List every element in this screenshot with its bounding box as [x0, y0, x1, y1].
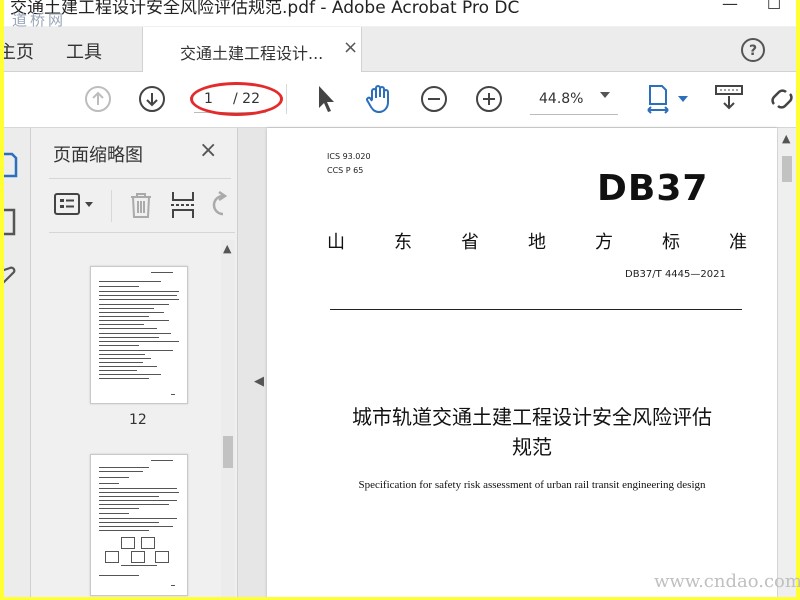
panel-close-icon[interactable]: × [199, 138, 217, 163]
panel-divider [49, 178, 231, 179]
doc-scroll-up-icon[interactable]: ▲ [782, 132, 790, 145]
standard-type-char: 东 [394, 232, 412, 253]
next-page-icon[interactable] [138, 85, 166, 113]
site-watermark-bottom: www.cndao.com [654, 571, 800, 592]
attachment-icon[interactable] [4, 264, 20, 292]
standard-type: 山 东 省 地 方 标 准 [327, 228, 747, 254]
toolbar-divider [286, 84, 287, 114]
acrobat-window: 交通土建工程设计安全风险评估规范.pdf - Adobe Acrobat Pro… [4, 0, 796, 597]
standard-type-char: 准 [729, 232, 747, 253]
title-cn-line: 规范 [512, 435, 552, 459]
title-cn-line: 城市轨道交通土建工程设计安全风险评估 [352, 405, 712, 429]
document-title-en: Specification for safety risk assessment… [358, 479, 706, 491]
thumbnail-page-label: 12 [129, 412, 147, 428]
standard-number: DB37/T 4445—2021 [625, 269, 726, 280]
fit-page-icon[interactable] [646, 84, 690, 116]
prev-page-icon[interactable] [84, 85, 112, 113]
select-cursor-icon[interactable] [316, 84, 336, 114]
link-icon[interactable] [768, 84, 796, 114]
tab-bar: 主页 工具 交通土建工程设计... × ? [4, 27, 796, 72]
bookmark-icon[interactable] [4, 208, 20, 238]
collapse-panel-icon[interactable]: ◀ [254, 374, 264, 389]
insert-page-icon[interactable] [169, 190, 197, 220]
toolbar: 1 / 22 44.8% [4, 72, 796, 128]
title-bar: 交通土建工程设计安全风险评估规范.pdf - Adobe Acrobat Pro… [4, 0, 796, 29]
left-nav-strip [4, 128, 31, 597]
ics-code: ICS 93.020 [327, 152, 371, 161]
page-thumbnail[interactable] [90, 454, 188, 596]
page-thumbnails-icon[interactable] [4, 152, 20, 180]
tab-close-icon[interactable]: × [343, 37, 358, 58]
delete-icon[interactable] [127, 190, 155, 220]
thumbnail-options-icon[interactable] [53, 190, 99, 220]
tab-document-label: 交通土建工程设计... [180, 44, 324, 63]
rotate-icon[interactable] [209, 190, 233, 220]
standard-type-char: 山 [327, 232, 345, 253]
standard-type-char: 省 [461, 232, 479, 253]
help-icon[interactable]: ? [740, 37, 765, 62]
hand-tool-icon[interactable] [364, 84, 394, 114]
tab-document[interactable]: 交通土建工程设计... × [142, 27, 362, 72]
zoom-level[interactable]: 44.8% [539, 91, 583, 107]
document-area: ◀ ICS 93.020 CCS P 65 DB37 山 东 省 地 方 标 准… [238, 128, 796, 597]
panel-scrollbar[interactable]: ▲ [221, 240, 235, 597]
document-scrollbar[interactable]: ▲ [778, 128, 796, 597]
zoom-dropdown-icon[interactable] [600, 92, 610, 100]
thumbnail-panel: 页面缩略图 × 12 ▲ [31, 128, 238, 597]
document-scroll-thumb[interactable] [782, 156, 792, 182]
zoom-underline [530, 114, 618, 115]
standard-type-char: 方 [595, 232, 613, 253]
standard-type-char: 标 [662, 232, 680, 253]
ccs-code: CCS P 65 [327, 166, 364, 175]
panel-scroll-thumb[interactable] [223, 436, 233, 468]
annotation-circle [190, 82, 283, 116]
scroll-mode-icon[interactable] [714, 84, 744, 114]
zoom-in-icon[interactable] [475, 85, 503, 113]
minimize-icon[interactable]: — [720, 0, 740, 14]
standard-type-char: 地 [528, 232, 546, 253]
tab-tools[interactable]: 工具 [66, 38, 102, 64]
db-code: DB37 [597, 168, 709, 209]
page-thumbnail[interactable] [90, 266, 188, 404]
document-title-cn: 城市轨道交通土建工程设计安全风险评估 规范 [307, 402, 757, 462]
panel-tools-divider [49, 232, 235, 233]
maximize-icon[interactable]: ☐ [764, 0, 784, 14]
zoom-out-icon[interactable] [420, 85, 448, 113]
header-rule [330, 309, 742, 310]
svg-text:?: ? [749, 43, 757, 59]
scroll-up-icon[interactable]: ▲ [223, 242, 231, 255]
window-title: 交通土建工程设计安全风险评估规范.pdf - Adobe Acrobat Pro… [10, 0, 520, 18]
panel-tool-divider [111, 190, 112, 222]
pdf-page: ICS 93.020 CCS P 65 DB37 山 东 省 地 方 标 准 D… [267, 128, 777, 597]
panel-title: 页面缩略图 [53, 145, 143, 166]
tab-home[interactable]: 主页 [4, 38, 34, 64]
